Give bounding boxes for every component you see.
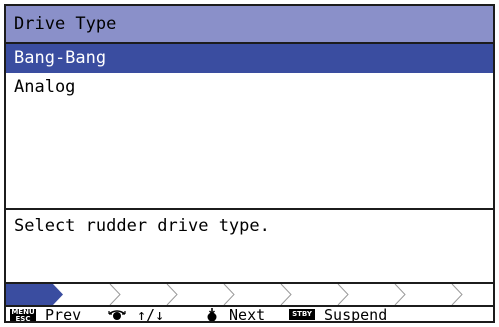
step-progress-bar: [6, 282, 493, 305]
progress-step-pending: [109, 284, 121, 305]
menu-esc-key-icon: MENU ESC: [10, 308, 36, 323]
option-bang-bang[interactable]: Bang-Bang: [6, 44, 493, 73]
rotary-knob-icon: [108, 310, 126, 320]
description-text: Select rudder drive type.: [14, 216, 270, 236]
progress-step-pending: [223, 284, 235, 305]
progress-chevrons: [6, 284, 463, 305]
next-label: Next: [229, 306, 266, 323]
suspend-label: Suspend: [324, 306, 388, 323]
footer-keys: MENU ESC Prev ↑/↓ Next STBY Suspend: [6, 305, 493, 321]
option-analog[interactable]: Analog: [6, 73, 493, 102]
dial-label: ↑/↓: [137, 306, 165, 323]
progress-step-done: [6, 284, 63, 305]
dial-key[interactable]: ↑/↓: [106, 306, 165, 323]
progress-step-pending: [394, 284, 406, 305]
drive-type-dialog: Drive Type Bang-Bang Analog Select rudde…: [4, 4, 495, 323]
divider: [6, 208, 493, 210]
stby-key-icon: STBY: [289, 309, 315, 320]
prev-key[interactable]: MENU ESC Prev: [10, 306, 82, 323]
progress-step-pending: [337, 284, 349, 305]
progress-step-pending: [166, 284, 178, 305]
progress-step-pending: [280, 284, 292, 305]
knob-push-icon: [207, 308, 217, 321]
drive-type-list: Bang-Bang Analog: [6, 44, 493, 208]
suspend-key[interactable]: STBY Suspend: [289, 306, 388, 323]
next-key[interactable]: Next: [204, 306, 266, 323]
progress-step-pending: [451, 284, 463, 305]
dialog-title: Drive Type: [6, 6, 493, 44]
prev-label: Prev: [45, 306, 82, 323]
